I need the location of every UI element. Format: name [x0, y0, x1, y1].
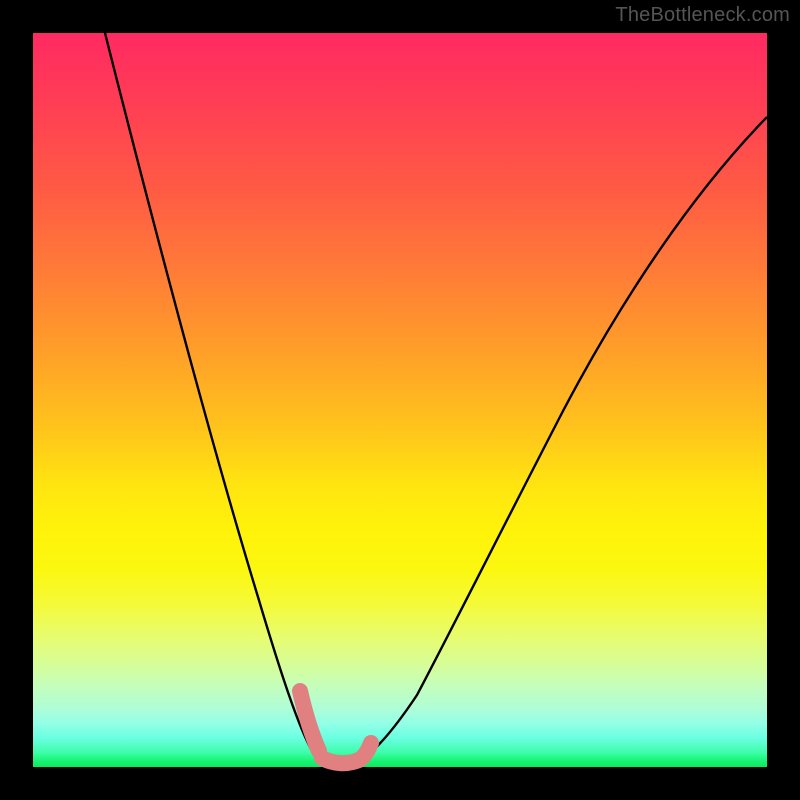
right-curve	[355, 117, 767, 763]
watermark-text: TheBottleneck.com	[615, 4, 790, 27]
basin-marker-floor	[322, 743, 371, 763]
chart-stage: TheBottleneck.com	[0, 0, 800, 800]
curve-layer	[33, 33, 767, 767]
plot-area	[33, 33, 767, 767]
left-curve	[105, 33, 329, 761]
basin-marker-left	[300, 691, 319, 751]
